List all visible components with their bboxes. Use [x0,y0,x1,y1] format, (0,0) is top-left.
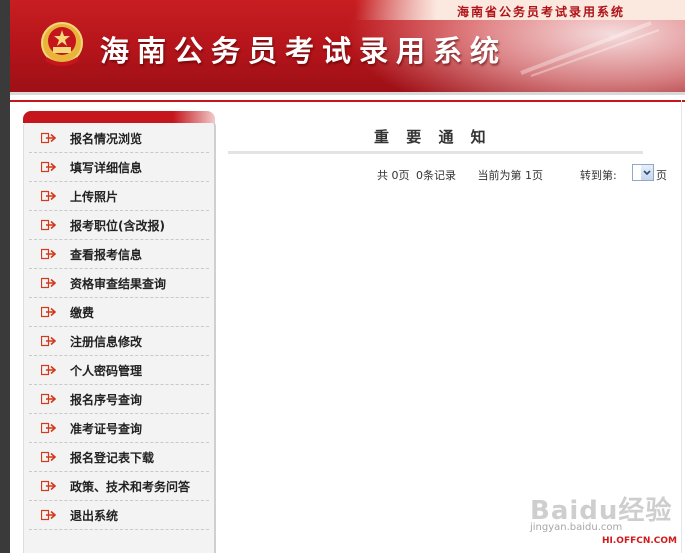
sidebar-item-label: 政策、技术和考务问答 [70,480,191,494]
sidebar-item-label: 填写详细信息 [70,161,143,175]
sidebar-item-label: 缴费 [70,306,95,320]
sidebar-item-label: 资格审查结果查询 [70,277,167,291]
sidebar-item-label: 查看报考信息 [70,248,143,262]
sidebar-item-registration-overview[interactable]: 报名情况浏览 [29,124,209,153]
sidebar-item-registration-number[interactable]: 报名序号查询 [29,385,209,414]
arrow-right-icon [41,219,57,231]
sidebar-item-password-management[interactable]: 个人密码管理 [29,356,209,385]
jingyan-watermark: jingyan.baidu.com [530,522,623,533]
pagination-info: 共 0页 0条记录 当前为第 1页 [377,167,546,183]
arrow-right-icon [41,451,57,463]
sidebar-item-faq[interactable]: 政策、技术和考务问答 [29,472,209,501]
sidebar-item-upload-photo[interactable]: 上传照片 [29,182,209,211]
sidebar-item-view-application[interactable]: 查看报考信息 [29,240,209,269]
goto-page-label: 转到第: [580,169,617,182]
arrow-right-icon [41,422,57,434]
sidebar-item-edit-registration[interactable]: 注册信息修改 [29,327,209,356]
arrow-right-icon [41,161,57,173]
page-select[interactable] [632,164,654,181]
sidebar-item-label: 上传照片 [70,190,119,204]
arrow-right-icon [41,277,57,289]
arrow-right-icon [41,509,57,521]
page-frame: 海南省公务员考试录用系统 海南公务员考试录用系统 报名情况浏览 填写详细信息 上… [10,0,685,553]
sidebar-item-label: 个人密码管理 [70,364,143,378]
national-emblem-icon [41,22,83,66]
sidebar-item-form-download[interactable]: 报名登记表下载 [29,443,209,472]
chevron-down-icon [643,170,651,176]
pen-decoration-icon [520,21,660,77]
sidebar-item-logout[interactable]: 退出系统 [29,501,209,530]
sidebar-item-label: 报名情况浏览 [70,132,143,146]
window-left-edge [0,0,10,553]
sidebar-item-label: 报名登记表下载 [70,451,155,465]
arrow-right-icon [41,306,57,318]
arrow-right-icon [41,480,57,492]
arrow-right-icon [41,393,57,405]
sidebar-item-label: 准考证号查询 [70,422,143,436]
total-pages: 共 0页 [377,169,410,182]
sidebar-item-label: 报名序号查询 [70,393,143,407]
sidebar-item-label: 注册信息修改 [70,335,143,349]
sidebar-item-admission-ticket[interactable]: 准考证号查询 [29,414,209,443]
header-banner: 海南省公务员考试录用系统 海南公务员考试录用系统 [10,0,685,92]
arrow-right-icon [41,132,57,144]
sidebar-item-label: 报考职位(含改报) [70,219,165,233]
sidebar-item-payment[interactable]: 缴费 [29,298,209,327]
total-records: 0条记录 [416,169,456,182]
header-divider [10,100,685,102]
arrow-right-icon [41,190,57,202]
notice-title: 重 要 通 知 [374,128,492,146]
notice-title-divider [228,151,643,154]
page-unit-label: 页 [656,169,667,182]
sidebar-menu: 报名情况浏览 填写详细信息 上传照片 报考职位(含改报) 查看报考信息 资格审查… [23,111,216,553]
sidebar-item-fill-details[interactable]: 填写详细信息 [29,153,209,182]
arrow-right-icon [41,364,57,376]
sidebar-item-apply-position[interactable]: 报考职位(含改报) [29,211,209,240]
sidebar-item-qualification-result[interactable]: 资格审查结果查询 [29,269,209,298]
sidebar-list: 报名情况浏览 填写详细信息 上传照片 报考职位(含改报) 查看报考信息 资格审查… [29,124,209,530]
sidebar-item-label: 退出系统 [70,509,119,523]
offcn-watermark: HI.OFFCN.COM [602,536,678,546]
arrow-right-icon [41,248,57,260]
arrow-right-icon [41,335,57,347]
current-page: 当前为第 1页 [477,169,544,182]
header-title: 海南公务员考试录用系统 [100,34,508,68]
